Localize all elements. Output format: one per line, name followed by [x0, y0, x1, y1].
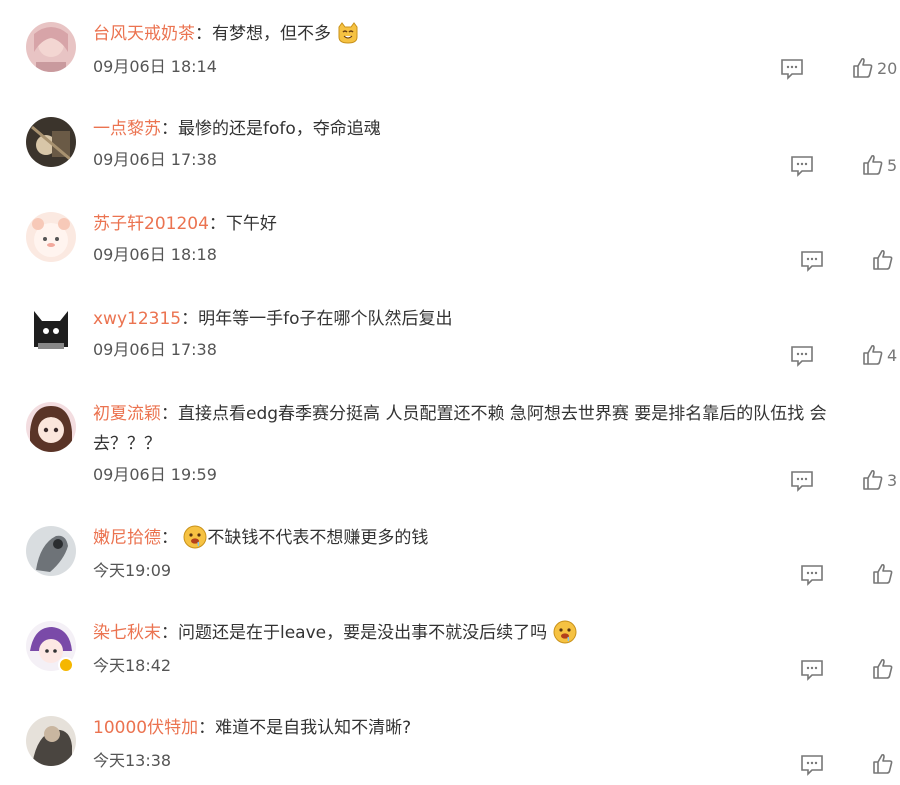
- user-avatar[interactable]: [26, 212, 76, 262]
- like-button[interactable]: 20: [852, 57, 897, 79]
- user-avatar[interactable]: [26, 716, 76, 766]
- thumbs-up-icon: [863, 344, 883, 365]
- like-button[interactable]: [872, 563, 897, 585]
- comment-icon: [801, 755, 823, 776]
- user-avatar[interactable]: [26, 402, 76, 452]
- user-avatar[interactable]: [26, 117, 76, 167]
- comment-text: 难道不是自我认知不清晰?: [215, 718, 412, 738]
- thumbs-up-icon: [873, 249, 893, 270]
- thumbs-up-icon: [873, 563, 893, 584]
- comment-icon: [801, 565, 823, 586]
- thumbs-up-icon: [873, 753, 893, 774]
- user-avatar[interactable]: [26, 526, 76, 576]
- drool-emoji-icon: [183, 525, 207, 549]
- username-link[interactable]: 嫩尼拾德: [93, 528, 161, 548]
- comment-time: 09月06日 17:38: [93, 340, 217, 359]
- reply-button[interactable]: [790, 345, 814, 367]
- user-avatar[interactable]: [26, 307, 76, 357]
- thumbs-up-icon: [853, 57, 873, 78]
- like-button[interactable]: [872, 658, 897, 680]
- comment-icon: [801, 251, 823, 272]
- like-count: 20: [877, 58, 898, 78]
- comment-text: 不缺钱不代表不想赚更多的钱: [207, 528, 429, 548]
- user-avatar[interactable]: [26, 22, 76, 72]
- grin-cat-emoji-icon: [336, 21, 360, 45]
- comment-icon: [791, 471, 813, 492]
- comment-icon: [791, 156, 813, 177]
- like-count: 4: [887, 345, 898, 365]
- reply-button[interactable]: [790, 470, 814, 492]
- username-link[interactable]: 台风天戒奶茶: [93, 24, 195, 44]
- verified-badge-icon: [58, 657, 74, 673]
- thumbs-up-icon: [873, 658, 893, 679]
- comment-icon: [791, 346, 813, 367]
- drool-emoji-icon: [553, 620, 577, 644]
- reply-button[interactable]: [800, 564, 824, 586]
- username-link[interactable]: xwy12315: [93, 309, 181, 329]
- like-button[interactable]: 5: [862, 154, 897, 176]
- like-button[interactable]: 4: [862, 344, 897, 366]
- reply-button[interactable]: [800, 250, 824, 272]
- thumbs-up-icon: [863, 154, 883, 175]
- comment-text: 最惨的还是fofo，夺命追魂: [178, 119, 381, 139]
- like-button[interactable]: 3: [862, 469, 897, 491]
- username-link[interactable]: 10000伏特加: [93, 718, 198, 738]
- username-link[interactable]: 初夏流颖: [93, 404, 161, 424]
- comment-text: 有梦想，但不多: [212, 24, 331, 44]
- comment-time: 09月06日 19:59: [93, 465, 217, 484]
- comment-time: 09月06日 18:14: [93, 57, 217, 76]
- like-button[interactable]: [872, 249, 897, 271]
- username-link[interactable]: 染七秋末: [93, 623, 161, 643]
- comment-time: 今天19:09: [93, 561, 172, 580]
- like-count: 3: [887, 470, 898, 490]
- comment-time: 09月06日 18:18: [93, 245, 217, 264]
- comment-text: 问题还是在于leave，要是没出事不就没后续了吗: [178, 623, 548, 643]
- reply-button[interactable]: [790, 155, 814, 177]
- comment-icon: [781, 59, 803, 80]
- comment-time: 今天13:38: [93, 751, 172, 770]
- username-link[interactable]: 一点黎苏: [93, 119, 161, 139]
- username-link[interactable]: 苏子轩201204: [93, 214, 209, 234]
- like-count: 5: [887, 155, 898, 175]
- comment-text: 下午好: [225, 214, 277, 234]
- comment-time: 今天18:42: [93, 656, 172, 675]
- comment-icon: [801, 660, 823, 681]
- comment-time: 09月06日 17:38: [93, 150, 217, 169]
- comment-text: 直接点看edg春季赛分挺高 人员配置还不赖 急阿想去世界赛 要是排名靠后的队伍找…: [93, 404, 827, 454]
- thumbs-up-icon: [863, 469, 883, 490]
- reply-button[interactable]: [800, 659, 824, 681]
- like-button[interactable]: [872, 753, 897, 775]
- reply-button[interactable]: [780, 58, 804, 80]
- reply-button[interactable]: [800, 754, 824, 776]
- comment-text: 明年等一手fo子在哪个队然后复出: [198, 309, 453, 329]
